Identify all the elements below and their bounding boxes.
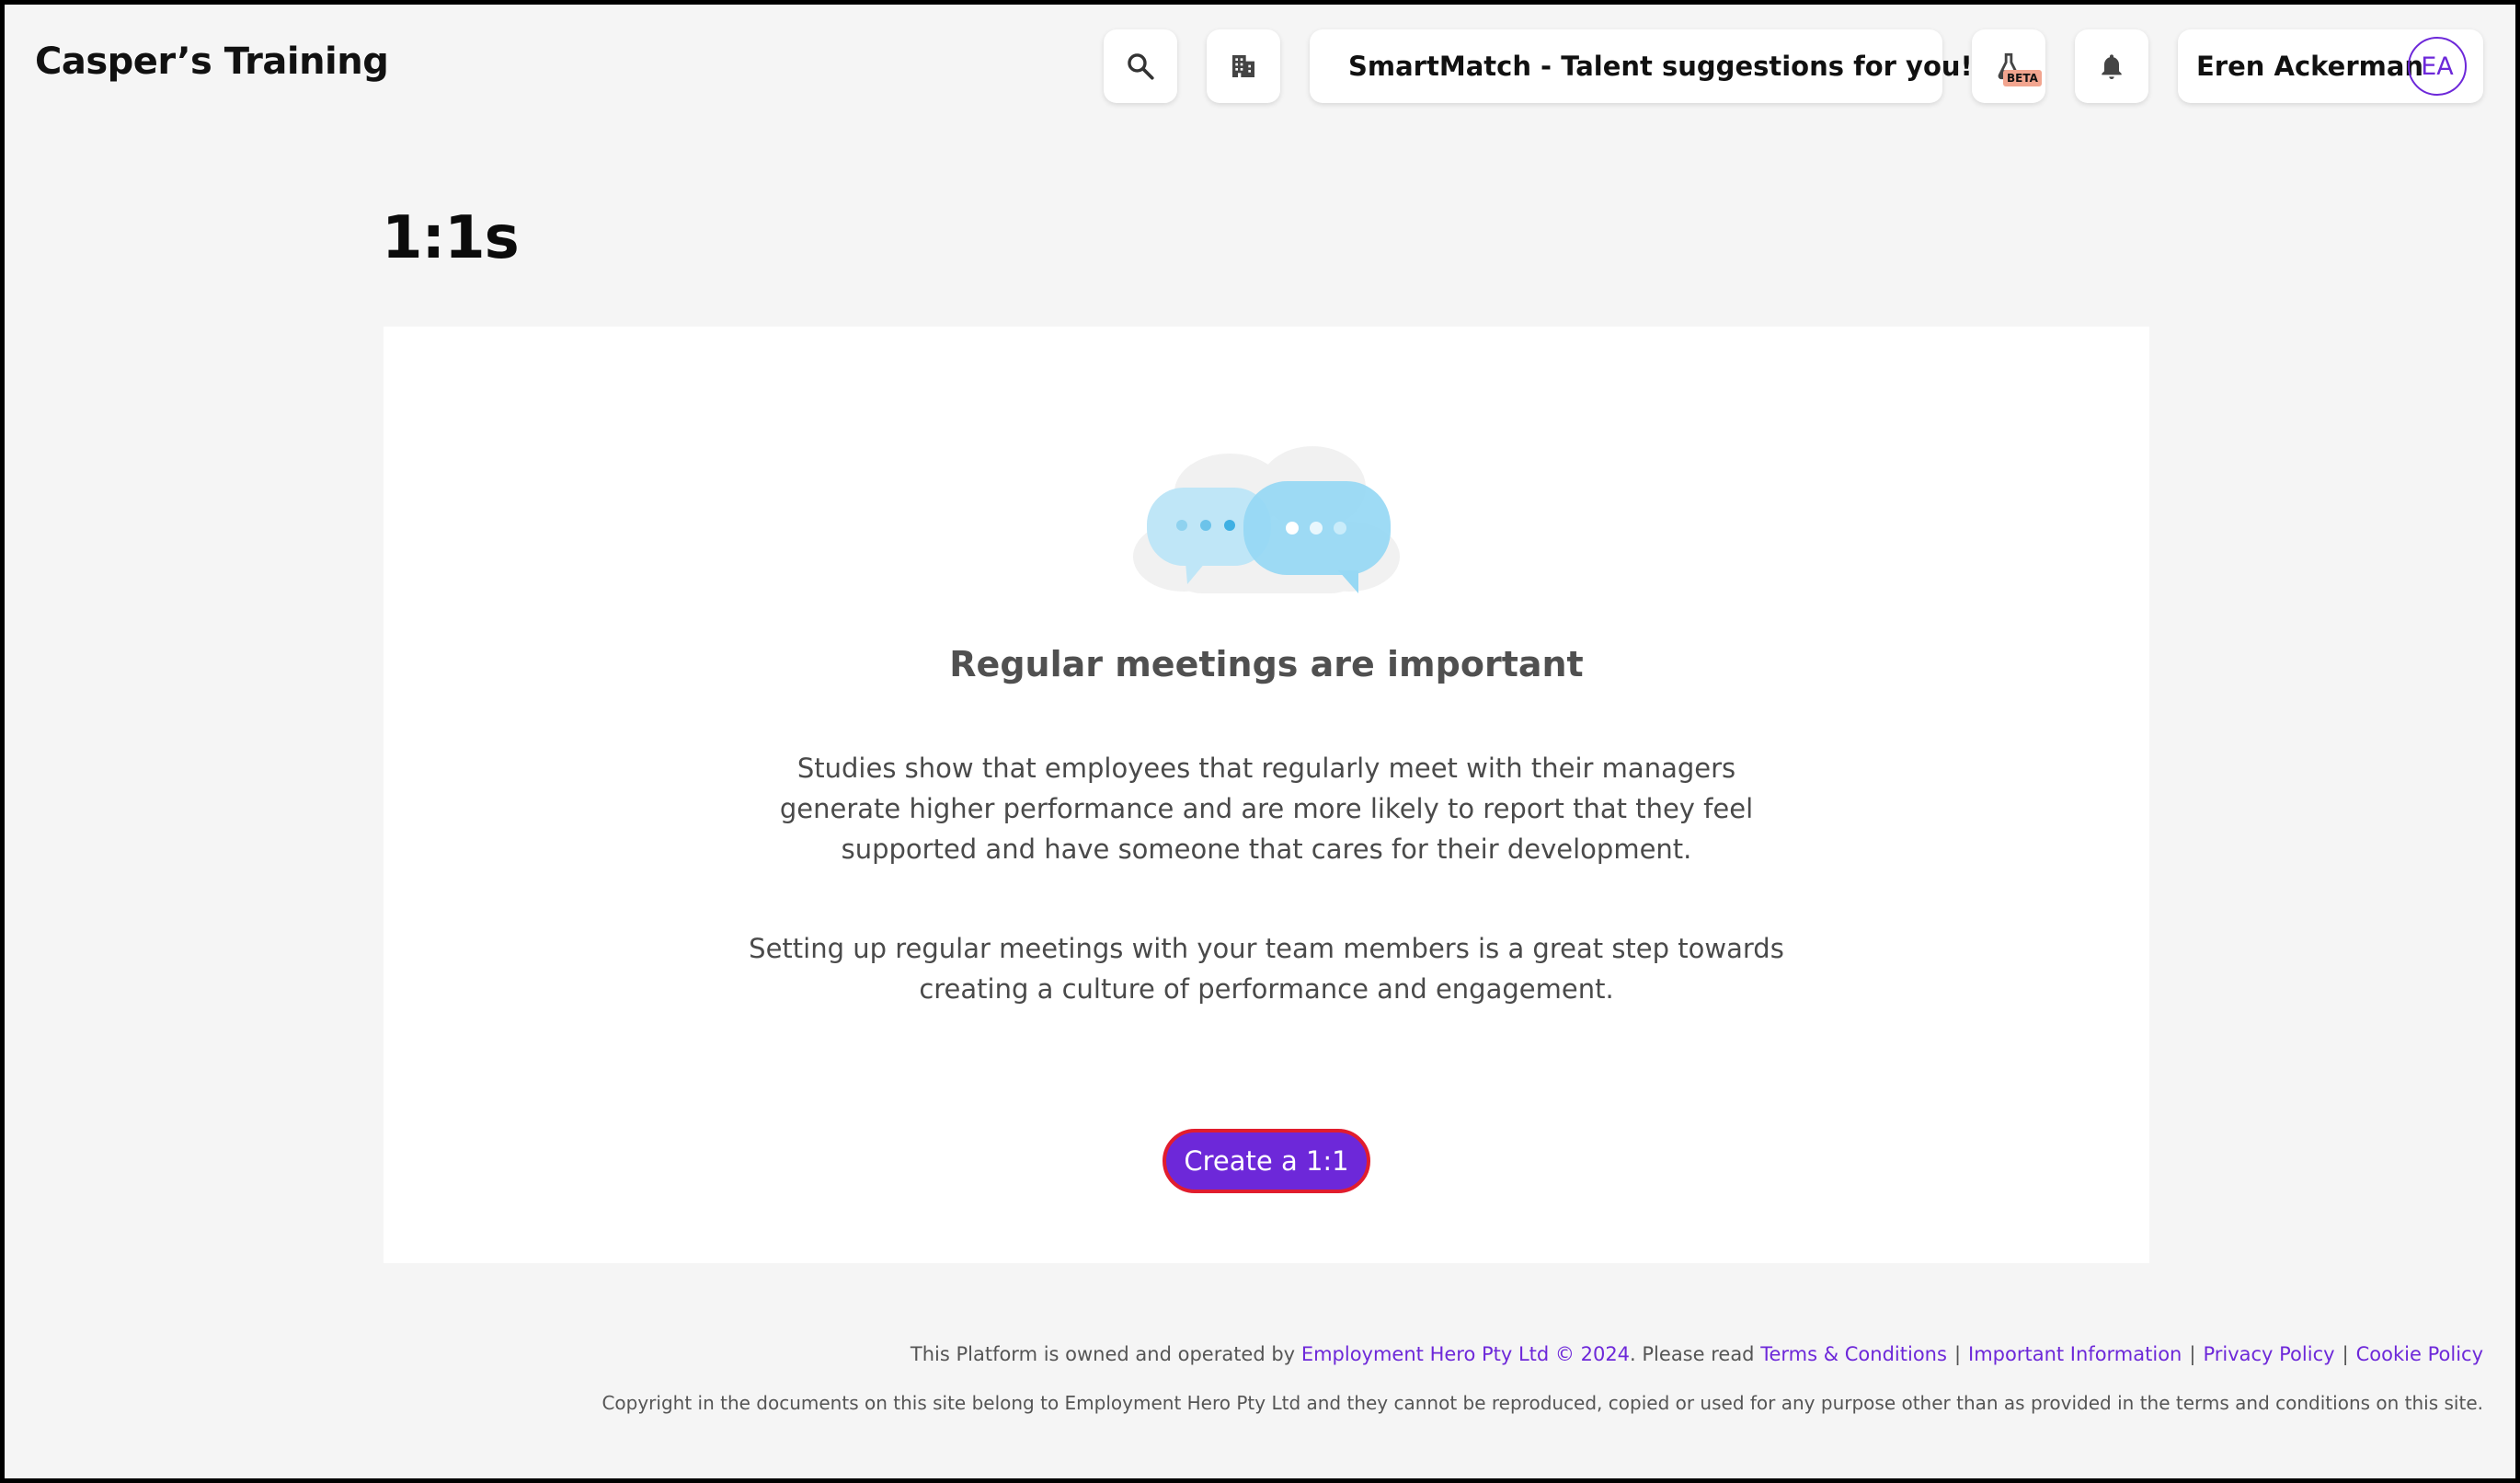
notifications-button[interactable] xyxy=(2075,29,2148,103)
organisation-switcher-button[interactable] xyxy=(1207,29,1280,103)
smartmatch-label: SmartMatch - Talent suggestions for you! xyxy=(1348,51,1973,82)
smartmatch-button[interactable]: SmartMatch - Talent suggestions for you! xyxy=(1310,29,1973,103)
create-one-on-one-button[interactable]: Create a 1:1 xyxy=(1163,1129,1370,1193)
cookie-policy-link[interactable]: Cookie Policy xyxy=(2356,1343,2483,1365)
footer-separator: | xyxy=(1953,1343,1962,1365)
terms-link[interactable]: Terms & Conditions xyxy=(1760,1343,1947,1365)
footer-please-read: . Please read xyxy=(1630,1343,1755,1365)
avatar: EA xyxy=(2408,37,2467,96)
footer-ownership: This Platform is owned and operated by E… xyxy=(911,1343,2483,1365)
footer-owned-text: This Platform is owned and operated by xyxy=(910,1343,1296,1365)
empty-state-card: Regular meetings are important Studies s… xyxy=(384,327,2149,1263)
footer-separator: | xyxy=(2342,1343,2349,1365)
footer-copyright: Copyright in the documents on this site … xyxy=(601,1392,2483,1414)
chat-bubbles-illustration xyxy=(1133,446,1400,593)
important-info-link[interactable]: Important Information xyxy=(1968,1343,2182,1365)
company-link[interactable]: Employment Hero Pty Ltd © 2024 xyxy=(1301,1343,1630,1365)
user-name: Eren Ackerman xyxy=(2196,51,2424,82)
labs-button[interactable]: BETA xyxy=(1972,29,2045,103)
privacy-policy-link[interactable]: Privacy Policy xyxy=(2203,1343,2334,1365)
building-icon xyxy=(1232,55,1254,77)
top-header: Casper’s Training SmartMatch - Talent su… xyxy=(0,0,2520,133)
user-menu-button[interactable]: Eren Ackerman EA xyxy=(2178,29,2483,103)
beta-badge: BETA xyxy=(2003,70,2042,86)
search-button[interactable] xyxy=(1104,29,1177,103)
empty-state-heading: Regular meetings are important xyxy=(949,644,1584,684)
empty-state-paragraph-2: Setting up regular meetings with your te… xyxy=(749,933,1784,1005)
empty-state-paragraph-1: Studies show that employees that regular… xyxy=(779,753,1754,865)
bell-icon xyxy=(2102,54,2122,79)
search-icon xyxy=(1128,53,1154,80)
org-name[interactable]: Casper’s Training xyxy=(35,40,389,83)
footer-separator: | xyxy=(2189,1343,2196,1365)
page-title: 1:1s xyxy=(382,204,520,272)
